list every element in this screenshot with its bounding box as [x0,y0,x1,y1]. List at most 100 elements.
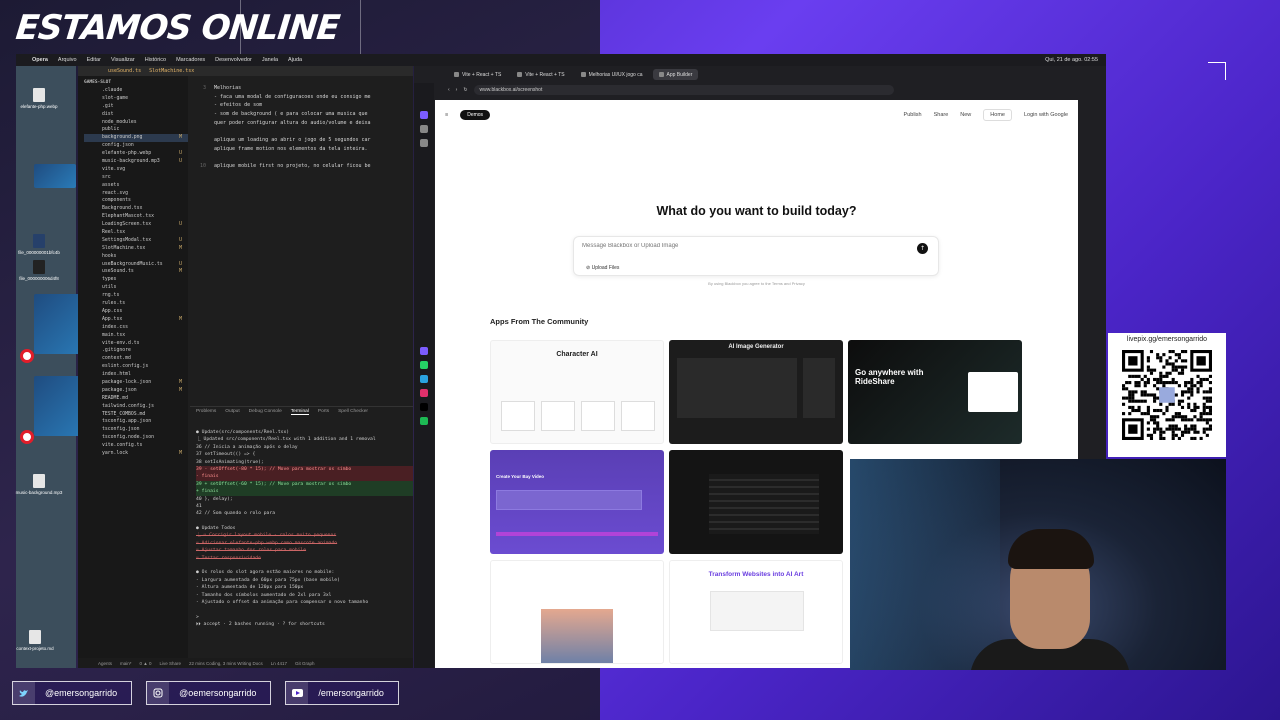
file-tree-item[interactable]: App.css [84,308,188,316]
file-tree-item[interactable]: types [84,276,188,284]
file-tree-item[interactable]: useBackgroundMusic.ts U [84,261,188,269]
url-field[interactable]: www.blackbox.ai/screenshot [473,85,894,95]
publish-button[interactable]: Publish [904,112,922,118]
editor-tab[interactable]: useSound.ts [108,68,141,74]
file-tree-item[interactable]: rng.ts [84,292,188,300]
terminal[interactable]: ● Update(src/components/Reel.tsx) ⎿ Upda… [190,417,413,629]
file-tree-item[interactable]: App.tsx M [84,316,188,324]
browser-tab[interactable]: Melhorias UI/UX jogo ca [575,69,649,80]
file-tree-item[interactable]: tsconfig.json [84,426,188,434]
upload-files-button[interactable]: ⊘ Upload Files [586,265,619,271]
status-item[interactable]: Live Share [160,661,182,666]
file-tree-item[interactable]: config.json [84,142,188,150]
file-tree-item[interactable]: Background.tsx [84,205,188,213]
community-card[interactable] [669,450,843,554]
spotify-icon[interactable] [420,417,428,425]
file-tree-item[interactable]: eslint.config.js [84,363,188,371]
file-tree-item[interactable]: components [84,197,188,205]
menu-item[interactable]: Ajuda [288,57,302,63]
panel-tab[interactable]: Ports [318,409,329,415]
status-item[interactable]: Agents [98,661,112,666]
file-tree-item[interactable]: background.png M [84,134,188,143]
menu-item[interactable]: Janela [262,57,278,63]
opera-icon[interactable] [20,430,34,444]
browser-tab[interactable]: Vite + React + TS [511,69,570,80]
file-tree-item[interactable]: music-background.mp3 U [84,158,188,166]
social-instagram[interactable]: @oemersongarrido [146,681,272,705]
file-tree-item[interactable]: SettingsModal.tsx U [84,237,188,245]
forward-icon[interactable]: › [456,87,458,93]
file-tree-item[interactable]: vite.config.ts [84,442,188,450]
file-tree-item[interactable]: dist [84,111,188,119]
panel-tab[interactable]: Debug Console [249,409,282,415]
desktop-file-icon[interactable]: music-background.mp3 [14,474,64,495]
file-tree-item[interactable]: tsconfig.node.json [84,434,188,442]
desktop-file-icon[interactable]: file_000000006d4f8 [14,260,64,281]
status-item[interactable]: 22 mins Coding, 3 mins Writing Docs [189,661,263,666]
instagram-icon[interactable] [420,389,428,397]
panel-tab[interactable]: Spell Checker [338,409,368,415]
file-tree-item[interactable]: tailwind.config.js [84,403,188,411]
aria-icon[interactable] [420,347,428,355]
file-tree-item[interactable]: vite-env.d.ts [84,340,188,348]
file-tree-item[interactable]: package.json M [84,387,188,395]
file-tree-item[interactable]: package-lock.json M [84,379,188,387]
file-tree-item[interactable]: TESTE_COMBOS.md [84,411,188,419]
sidebar-icon[interactable] [420,125,428,133]
menu-item[interactable]: Marcadores [176,57,205,63]
file-tree-item[interactable]: .git [84,103,188,111]
sidebar-icon[interactable] [420,139,428,147]
file-tree-item[interactable]: assets [84,182,188,190]
editor-tab[interactable]: SlotMachine.tsx [149,68,194,74]
file-tree-item[interactable]: public [84,126,188,134]
community-card[interactable] [490,560,664,664]
desktop-thumbnail[interactable] [34,164,76,188]
community-card[interactable]: Create Your Bay Video [490,450,664,554]
menu-item[interactable]: Histórico [145,57,166,63]
file-tree-item[interactable]: index.css [84,324,188,332]
file-tree-item[interactable]: src [84,174,188,182]
file-tree-item[interactable]: react.svg [84,190,188,198]
file-tree-item[interactable]: .claude [84,87,188,95]
prompt-input[interactable] [582,243,882,249]
panel-tab[interactable]: Problems [196,409,216,415]
menu-item[interactable]: Editar [87,57,101,63]
file-tree-item[interactable]: Reel.tsx [84,229,188,237]
social-twitter[interactable]: @emersongarrido [12,681,133,705]
status-item[interactable]: main* [120,661,132,666]
file-tree-item[interactable]: tsconfig.app.json [84,418,188,426]
status-item[interactable]: Git Graph [295,661,315,666]
community-card[interactable]: Character AI [490,340,664,444]
menubar-clock[interactable]: Qui, 21 de ago. 02:55 [1045,57,1098,63]
menu-icon[interactable]: ≡ [445,112,448,118]
file-tree-item[interactable]: context.md [84,355,188,363]
panel-tab[interactable]: Terminal [290,409,309,415]
opera-icon[interactable] [20,349,34,363]
file-tree-item[interactable]: utils [84,284,188,292]
file-tree-item[interactable]: elefante-php.webp U [84,150,188,158]
file-tree-item[interactable]: README.md [84,395,188,403]
demos-button[interactable]: Demos [460,110,491,120]
send-icon[interactable]: ↑ [917,243,928,254]
home-button[interactable]: Home [983,109,1012,121]
desktop-file-icon[interactable]: file_000000001bfc4b [14,234,64,255]
file-tree-item[interactable]: .gitignore [84,347,188,355]
community-card[interactable]: Go anywhere with RideShare [848,340,1022,444]
desktop-file-icon[interactable]: context-projeto.md [10,630,60,651]
telegram-icon[interactable] [420,375,428,383]
menu-item[interactable]: Desenvolvedor [215,57,252,63]
social-youtube[interactable]: /emersongarrido [285,681,399,705]
editor-code-area[interactable]: 3 Melhorias - faca uma modal de configurac… [190,76,413,406]
file-tree-item[interactable]: SlotMachine.tsx M [84,245,188,253]
browser-tab[interactable]: Vite + React + TS [448,69,507,80]
status-item[interactable]: Ln 4417 [271,661,287,666]
share-button[interactable]: Share [934,112,949,118]
file-tree-item[interactable]: yarn.lock M [84,450,188,458]
new-button[interactable]: New [960,112,971,118]
file-tree-item[interactable]: hooks [84,253,188,261]
panel-tab[interactable]: Output [225,409,239,415]
community-card[interactable]: AI Image Generator [669,340,843,444]
file-tree-item[interactable]: index.html [84,371,188,379]
desktop-file-icon[interactable]: elefante-php.webp [14,88,64,109]
x-icon[interactable] [420,403,428,411]
